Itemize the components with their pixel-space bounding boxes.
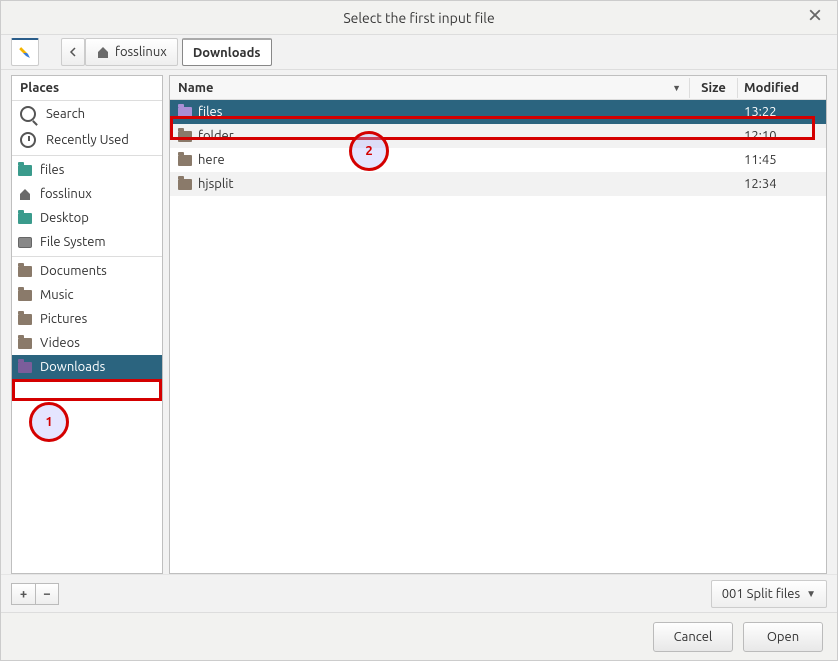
file-row[interactable]: hjsplit 12:34 [170,172,826,196]
breadcrumb-prev-label: fosslinux [115,45,167,59]
breadcrumb: fosslinux Downloads [61,38,276,66]
file-dialog-window: Select the first input file fosslinux Do… [0,0,838,661]
file-modified: 12:34 [738,177,826,191]
folder-icon [178,179,192,190]
sidebar-item-label: Downloads [40,360,105,374]
bookmark-buttons: + − [11,583,59,605]
drive-icon [18,237,32,248]
add-bookmark-button[interactable]: + [11,583,35,605]
sidebar-item-downloads[interactable]: Downloads [12,355,162,379]
remove-bookmark-button[interactable]: − [35,583,59,605]
main-panel: Places Search Recently Used files fo [1,69,837,574]
back-button[interactable] [61,38,85,66]
close-icon[interactable] [809,9,825,25]
window-title: Select the first input file [343,10,494,26]
clock-icon [20,132,36,148]
column-header-size[interactable]: Size [690,78,738,98]
folder-icon [18,362,32,373]
file-row[interactable]: files 13:22 [170,100,826,124]
sidebar-item-label: files [40,163,64,177]
sidebar-item-files[interactable]: files [12,158,162,182]
sidebar-recent-label: Recently Used [46,133,129,147]
file-modified: 11:45 [738,153,826,167]
edit-path-button[interactable] [11,38,39,66]
pencil-icon [15,43,35,63]
home-icon [18,187,32,201]
filter-label: 001 Split files [722,587,800,601]
file-name: hjsplit [198,177,234,191]
sidebar-item-desktop[interactable]: Desktop [12,206,162,230]
folder-icon [18,338,32,349]
breadcrumb-current-label: Downloads [193,46,261,60]
search-icon [20,106,36,122]
sidebar-item-documents[interactable]: Documents [12,259,162,283]
sidebar-item-label: Pictures [40,312,87,326]
folder-icon [18,314,32,325]
sidebar-search-label: Search [46,107,85,121]
folder-icon [178,107,192,118]
divider [12,256,162,257]
titlebar: Select the first input file [1,1,837,35]
sidebar-item-home[interactable]: fosslinux [12,182,162,206]
sidebar-item-recent[interactable]: Recently Used [12,127,162,153]
folder-icon [18,266,32,277]
file-list-panel: Name ▼ Size Modified files 13:22 folder [169,75,827,574]
sidebar-item-label: fosslinux [40,187,92,201]
sidebar-item-pictures[interactable]: Pictures [12,307,162,331]
file-name: folder [198,129,234,143]
sidebar-item-search[interactable]: Search [12,101,162,127]
sidebar-item-filesystem[interactable]: File System [12,230,162,254]
breadcrumb-prev[interactable]: fosslinux [85,38,178,66]
folder-icon [18,213,32,224]
sidebar-list: Search Recently Used files fosslinux [12,101,162,379]
cancel-button[interactable]: Cancel [653,622,733,652]
dialog-buttons: Cancel Open [1,612,837,660]
sidebar-header: Places [12,76,162,101]
file-type-filter[interactable]: 001 Split files ▼ [711,580,827,608]
folder-icon [18,165,32,176]
file-name: files [198,105,222,119]
file-modified: 13:22 [738,105,826,119]
sort-desc-icon: ▼ [672,83,681,93]
file-name: here [198,153,225,167]
sidebar-item-label: Documents [40,264,107,278]
col-name-label: Name [178,81,213,95]
folder-icon [178,131,192,142]
sidebar-item-label: Videos [40,336,80,350]
bookmark-bar: + − 001 Split files ▼ [1,574,837,612]
open-button[interactable]: Open [743,622,823,652]
column-header-modified[interactable]: Modified [738,78,826,98]
breadcrumb-current[interactable]: Downloads [182,38,272,66]
toolbar: fosslinux Downloads [1,35,837,69]
home-icon [96,45,110,59]
column-header-name[interactable]: Name ▼ [170,78,690,98]
file-list-body: files 13:22 folder 12:10 here 11:45 hjsp… [170,100,826,573]
places-sidebar: Places Search Recently Used files fo [11,75,163,574]
file-row[interactable]: here 11:45 [170,148,826,172]
sidebar-item-videos[interactable]: Videos [12,331,162,355]
file-list-header: Name ▼ Size Modified [170,76,826,100]
sidebar-item-label: Music [40,288,74,302]
sidebar-item-music[interactable]: Music [12,283,162,307]
col-size-label: Size [701,81,726,95]
folder-icon [178,155,192,166]
col-mod-label: Modified [744,81,799,95]
chevron-down-icon: ▼ [806,588,816,600]
file-modified: 12:10 [738,129,826,143]
divider [12,155,162,156]
sidebar-item-label: Desktop [40,211,89,225]
file-row[interactable]: folder 12:10 [170,124,826,148]
folder-icon [18,290,32,301]
sidebar-item-label: File System [40,235,106,249]
